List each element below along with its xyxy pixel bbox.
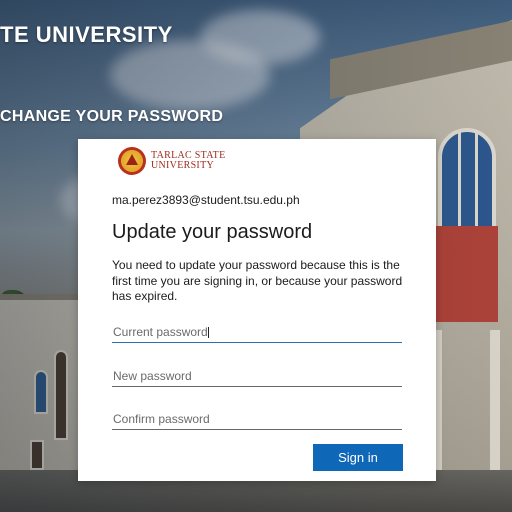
logo-text: TARLAC STATE UNIVERSITY (151, 151, 226, 171)
current-password-input[interactable] (112, 321, 402, 343)
logo-text-line2: UNIVERSITY (151, 160, 214, 171)
dialog-description: You need to update your password because… (112, 258, 403, 303)
new-password-input[interactable] (112, 365, 402, 387)
text-cursor (208, 327, 209, 338)
change-password-heading: CHANGE YOUR PASSWORD (0, 108, 224, 125)
university-logo: TARLAC STATE UNIVERSITY (118, 147, 226, 175)
update-password-dialog: TARLAC STATE UNIVERSITY ma.perez3893@stu… (78, 139, 436, 481)
confirm-password-input[interactable] (112, 408, 402, 430)
university-heading: TE UNIVERSITY (0, 22, 173, 47)
dialog-title: Update your password (112, 221, 313, 243)
tsu-seal-icon (118, 147, 146, 175)
account-email: ma.perez3893@student.tsu.edu.ph (112, 193, 300, 207)
sign-in-button[interactable]: Sign in (313, 444, 403, 471)
